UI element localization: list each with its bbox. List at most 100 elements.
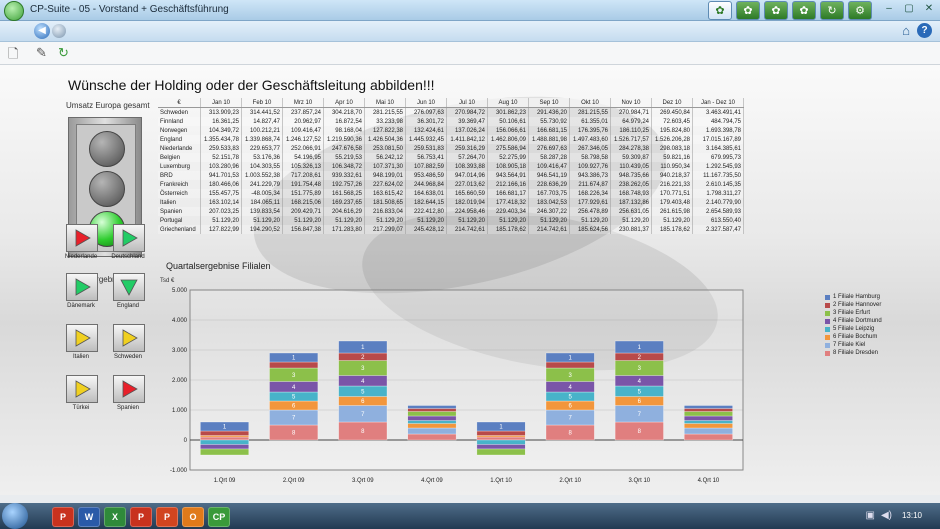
bar-segment xyxy=(407,427,457,435)
table-cell: 216.221,33 xyxy=(651,180,693,189)
table-cell: 103.280,96 xyxy=(200,162,242,171)
chart-legend: 1 Filiale Hamburg 2 Filiale Hannover 3 Fil… xyxy=(825,293,882,357)
legend-label: 8 Filiale Dresden xyxy=(833,350,879,356)
network-icon[interactable]: ▣ xyxy=(866,510,875,521)
table-cell: 51.129,20 xyxy=(487,216,529,225)
table-row: Norwegen 104.349,72 100.212,21 109.416,47 98… xyxy=(158,126,744,135)
table-cell: 230.881,37 xyxy=(610,225,652,234)
trend-right-arrow-icon xyxy=(75,278,91,296)
navigation-bar: ◀ ⌂ ? xyxy=(0,21,940,42)
y-tick-label: 3.000 xyxy=(172,348,188,354)
y-tick-label: 0 xyxy=(184,438,188,444)
bar-segment xyxy=(407,423,457,429)
table-cell: -48.005,34 xyxy=(241,189,283,198)
taskbar-app-button[interactable]: P xyxy=(156,507,178,527)
new-document-icon[interactable]: 🗋 xyxy=(8,45,18,67)
table-cell: 613.550,40 xyxy=(692,216,744,225)
table-cell: 259.316,29 xyxy=(446,144,488,153)
legend-item: 8 Filiale Dresden xyxy=(825,349,882,357)
app-logo-icon[interactable] xyxy=(4,1,24,21)
leaf-icon[interactable]: ✿ xyxy=(708,1,732,20)
bar-segment xyxy=(407,415,457,421)
taskbar-app-button[interactable]: W xyxy=(78,507,100,527)
bar-segment xyxy=(200,436,250,441)
maximize-button[interactable]: ▢ xyxy=(902,2,916,16)
table-row: Belgien 52.151,78 53.176,36 54.196,95 55.219… xyxy=(158,153,744,162)
start-button[interactable] xyxy=(2,503,28,529)
help-icon[interactable]: ? xyxy=(917,23,932,38)
table-cell: 238.262,05 xyxy=(610,180,652,189)
table-cell: 2.654.589,93 xyxy=(692,207,744,216)
table-cell: 941.701,53 xyxy=(200,171,242,180)
trend-button-england[interactable] xyxy=(113,273,145,301)
close-button[interactable]: ✕ xyxy=(922,2,936,16)
system-tray: ▣ ◀) xyxy=(866,510,892,521)
table-cell: 177.929,61 xyxy=(569,198,611,207)
trend-button-spanien[interactable] xyxy=(113,375,145,403)
bar-segment xyxy=(683,433,733,441)
taskbar-app-button[interactable]: CP xyxy=(208,507,230,527)
table-cell: 3.164.385,61 xyxy=(692,144,744,153)
table-cell: 717.208,61 xyxy=(282,171,324,180)
bar-segment xyxy=(683,415,733,421)
leaf-icon[interactable]: ✿ xyxy=(736,1,760,20)
trend-button-schweden[interactable] xyxy=(113,324,145,352)
table-cell: 304.218,70 xyxy=(323,107,365,117)
taskbar-app-button[interactable]: X xyxy=(104,507,126,527)
home-icon[interactable]: ⌂ xyxy=(902,23,910,38)
refresh-icon[interactable]: ↻ xyxy=(58,45,69,61)
trend-button-niederlande[interactable] xyxy=(66,224,98,252)
volume-icon[interactable]: ◀) xyxy=(881,510,892,521)
legend-item: 1 Filiale Hamburg xyxy=(825,293,882,301)
table-cell: 58.287,28 xyxy=(528,153,570,162)
table-cell: 270.984,72 xyxy=(446,107,488,117)
bar-segment xyxy=(200,448,250,456)
table-cell: 53.176,36 xyxy=(241,153,283,162)
table-cell: 1.411.842,12 xyxy=(446,135,488,144)
trend-button-deutschland[interactable] xyxy=(113,224,145,252)
row-label: Italien xyxy=(158,198,201,207)
table-cell: 168.226,34 xyxy=(569,189,611,198)
table-cell: 291.436,20 xyxy=(528,107,570,117)
table-cell: 245.428,12 xyxy=(405,225,447,234)
table-cell: 184.065,11 xyxy=(241,198,283,207)
table-cell: 16.872,54 xyxy=(323,117,365,126)
table-cell: 17.015.167,89 xyxy=(692,135,744,144)
table-cell: 164.638,01 xyxy=(405,189,447,198)
leaf-icon[interactable]: ✿ xyxy=(764,1,788,20)
minimize-button[interactable]: – xyxy=(882,2,896,16)
table-cell: 163.615,42 xyxy=(364,189,406,198)
bar-segment xyxy=(683,420,733,424)
back-button[interactable]: ◀ xyxy=(34,23,50,39)
gear-icon[interactable]: ⚙ xyxy=(848,1,872,20)
leaf-icon[interactable]: ✿ xyxy=(792,1,816,20)
trend-button-dänemark[interactable] xyxy=(66,273,98,301)
table-cell: 177.418,32 xyxy=(487,198,529,207)
refresh-icon[interactable]: ↻ xyxy=(820,1,844,20)
taskbar-app-button[interactable]: P xyxy=(130,507,152,527)
column-header: Okt 10 xyxy=(569,98,611,108)
bar-segment xyxy=(476,448,526,456)
table-cell: 1.246.127,52 xyxy=(282,135,324,144)
bar-segment xyxy=(683,411,733,417)
table-cell: 227.624,02 xyxy=(364,180,406,189)
taskbar-app-button[interactable]: P xyxy=(52,507,74,527)
row-label: Spanien xyxy=(158,207,201,216)
trend-button-türkei[interactable] xyxy=(66,375,98,403)
trend-button-italien[interactable] xyxy=(66,324,98,352)
table-cell: 51.129,20 xyxy=(651,216,693,225)
forward-button[interactable] xyxy=(52,24,66,38)
table-cell: 212.166,16 xyxy=(487,180,529,189)
umsatz-label: Umsatz Europa gesamt xyxy=(66,101,150,110)
legend-label: 6 Filiale Bochum xyxy=(833,334,878,340)
table-cell: 51.129,20 xyxy=(200,216,242,225)
edit-pencil-icon[interactable]: ✎ xyxy=(36,45,47,61)
bar-segment xyxy=(683,408,733,412)
table-cell: 155.457,75 xyxy=(200,189,242,198)
table-cell: 259.531,83 xyxy=(405,144,447,153)
table-cell: 109.416,47 xyxy=(282,126,324,135)
bar-segment xyxy=(200,430,250,436)
taskbar-app-button[interactable]: O xyxy=(182,507,204,527)
bar-segment xyxy=(407,411,457,417)
bar-segment xyxy=(476,439,526,445)
